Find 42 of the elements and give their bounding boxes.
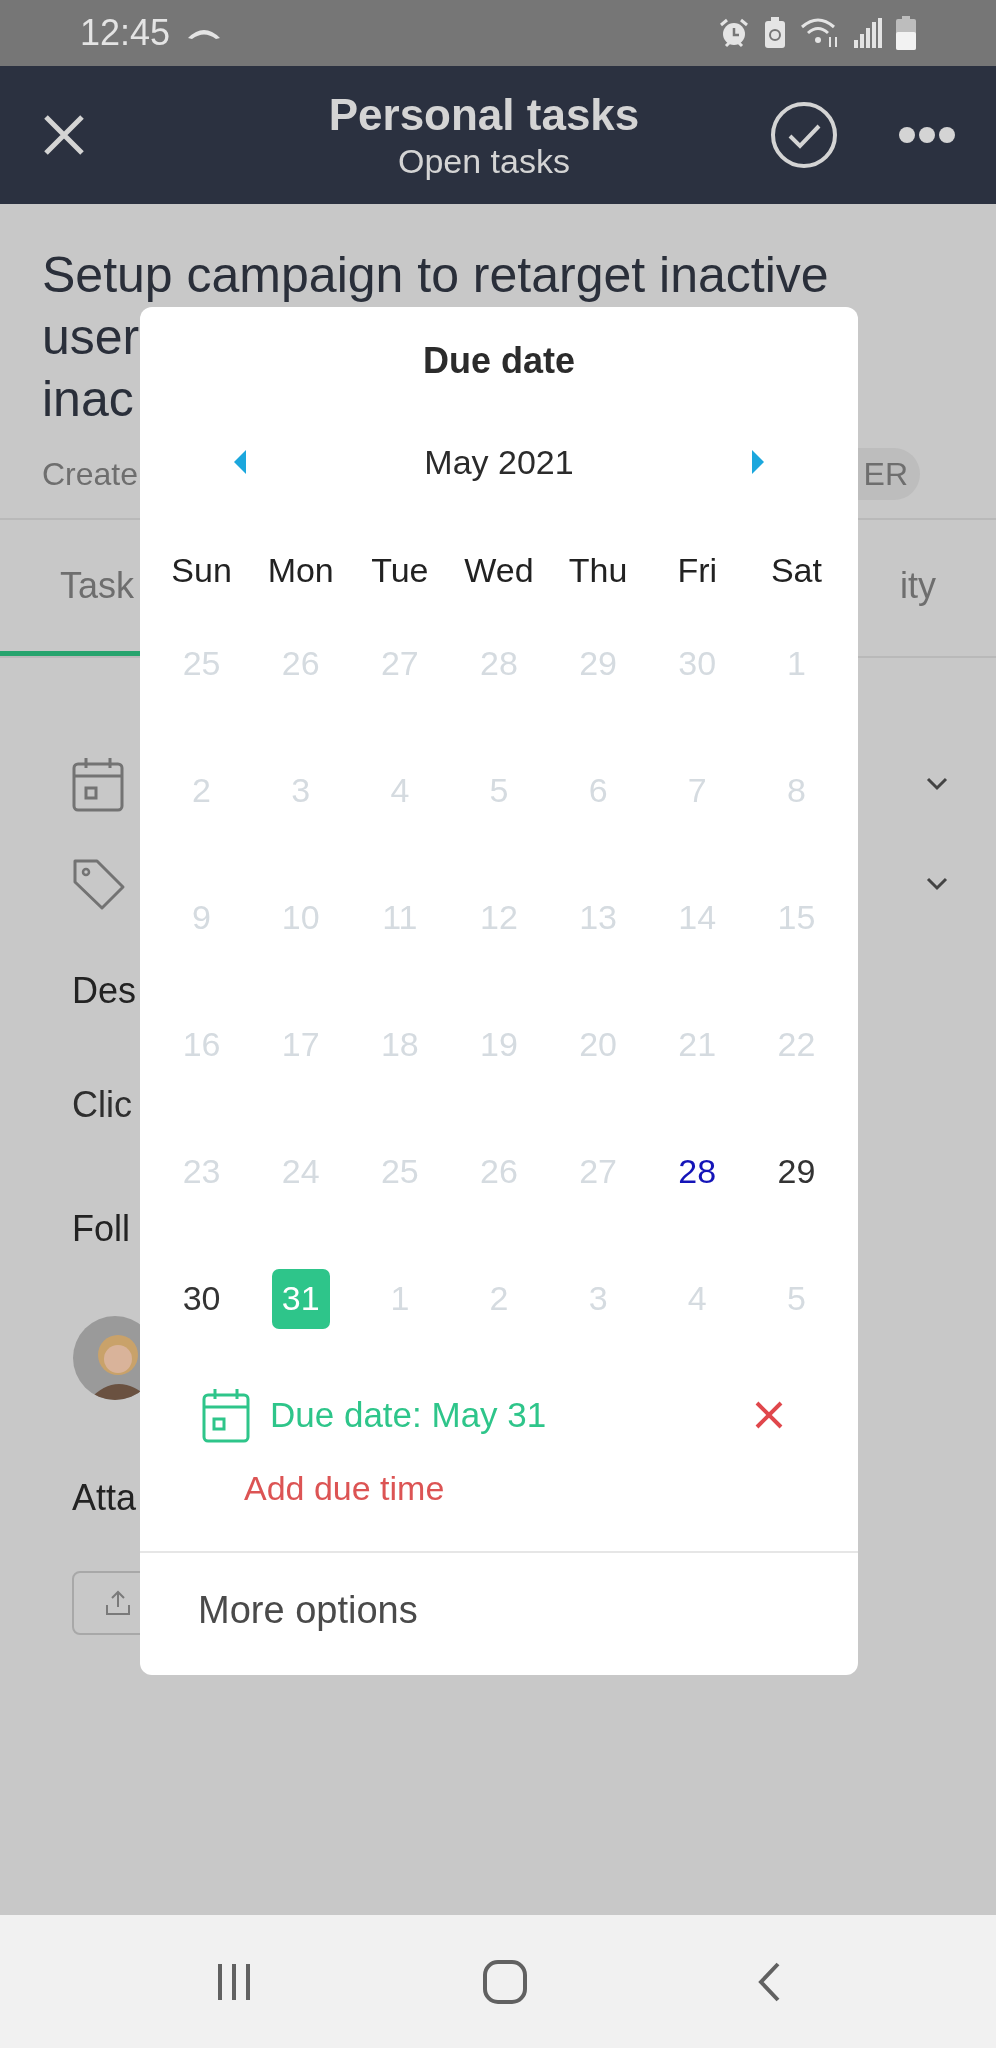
signal-icon: [854, 18, 882, 48]
more-button[interactable]: [898, 126, 956, 144]
home-icon[interactable]: [482, 1958, 528, 2005]
due-date-label: Due date: May 31: [270, 1393, 547, 1436]
weekday-label: Mon: [267, 549, 334, 591]
chevron-down-icon[interactable]: [926, 877, 948, 891]
weekday-label: Tue: [371, 549, 429, 591]
battery-saver-icon: [764, 17, 786, 49]
dialog-title: Due date: [422, 339, 575, 383]
tag-icon: [72, 857, 126, 911]
back-icon[interactable]: [756, 1960, 782, 2003]
clear-date-button[interactable]: [754, 1400, 784, 1430]
calendar-day[interactable]: 29: [767, 1141, 826, 1202]
section-heading: Des: [72, 969, 137, 1013]
section-heading: Atta: [72, 1476, 137, 1520]
calendar-icon: [72, 756, 124, 812]
task-title: Setup campaign to retarget inactive: [42, 246, 829, 305]
more-options-button[interactable]: More options: [198, 1580, 418, 1640]
header-subtitle: Open tasks: [398, 141, 570, 181]
calendar-day[interactable]: 30: [172, 1268, 231, 1329]
weekday-label: Sun: [171, 549, 232, 591]
description-text: Clic: [72, 1083, 132, 1127]
task-title: user: [42, 308, 140, 367]
calendar-day[interactable]: 28: [668, 1141, 727, 1202]
weekday-label: Sat: [770, 549, 822, 591]
month-label: May 2021: [424, 441, 574, 483]
wifi-icon: [800, 17, 840, 49]
check-button[interactable]: [770, 101, 838, 169]
alarm-icon: [718, 17, 750, 49]
upload-icon: [104, 1589, 132, 1617]
section-heading: Foll: [72, 1207, 130, 1251]
weekday-label: Thu: [568, 549, 628, 591]
clock-time: 12:45: [80, 11, 171, 55]
weekday-label: Fri: [677, 549, 718, 591]
weekday-label: Wed: [464, 549, 534, 591]
calendar-icon: [202, 1387, 250, 1443]
header-title: Personal tasks: [328, 89, 640, 141]
task-title: inac: [42, 370, 134, 429]
add-due-time-link[interactable]: Add due time: [244, 1463, 445, 1513]
created-text: Create: [42, 455, 139, 494]
battery-icon: [896, 16, 916, 50]
chevron-down-icon[interactable]: [926, 777, 948, 791]
